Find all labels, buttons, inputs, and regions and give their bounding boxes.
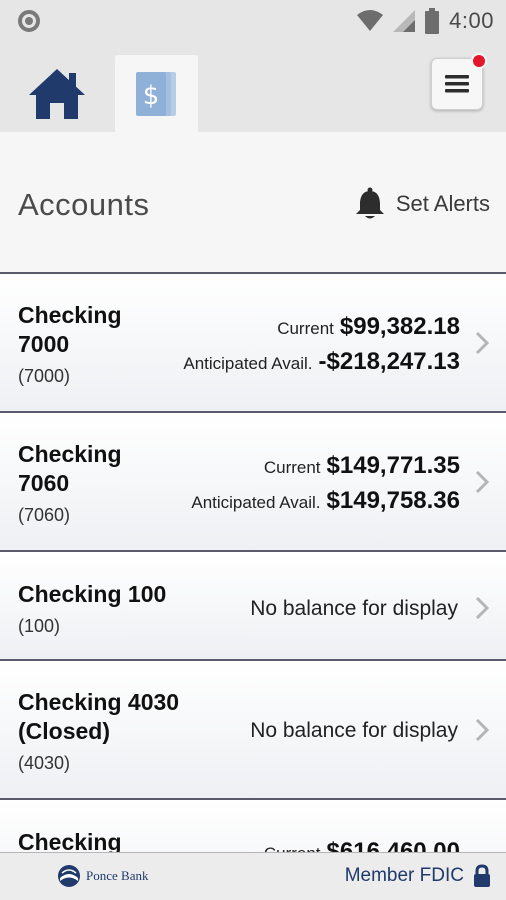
account-name: Checking bbox=[18, 829, 122, 852]
ponce-bank-logo-icon bbox=[58, 865, 80, 887]
svg-text:$: $ bbox=[142, 81, 159, 111]
account-number: (100) bbox=[18, 616, 61, 636]
home-icon bbox=[29, 69, 85, 119]
page-title: Accounts bbox=[18, 187, 150, 222]
lock-icon bbox=[474, 864, 490, 887]
account-number: (7060) bbox=[18, 505, 71, 525]
accounts-tab[interactable]: $ bbox=[115, 55, 198, 132]
account-number: (7000) bbox=[18, 366, 71, 386]
bell-icon bbox=[355, 187, 384, 219]
status-time: 4:00 bbox=[449, 8, 494, 33]
account-number: (4030) bbox=[18, 753, 71, 773]
current-balance: Current $149,771.35 bbox=[264, 452, 460, 480]
available-balance: Anticipated Avail. $149,758.36 bbox=[191, 487, 460, 515]
current-balance-value: $149,771.35 bbox=[326, 452, 460, 479]
hamburger-icon bbox=[445, 75, 469, 93]
status-icons: 4:00 bbox=[357, 6, 494, 36]
current-balance-value: $99,382.18 bbox=[339, 313, 460, 340]
signal-icon bbox=[393, 10, 416, 32]
current-balance-label: Current bbox=[264, 844, 321, 852]
account-row-checking-partial[interactable]: Checking Current $616,460.00 bbox=[0, 800, 506, 852]
chevron-right-icon bbox=[475, 331, 490, 355]
account-name: Checking 7060 bbox=[18, 441, 122, 496]
account-row-checking-7000[interactable]: Checking 7000 (7000) Current $99,382.18 … bbox=[0, 274, 506, 413]
current-balance-label: Current bbox=[277, 319, 334, 338]
home-tab[interactable] bbox=[16, 56, 98, 132]
account-row-checking-4030[interactable]: Checking 4030 (Closed) (4030) No balance… bbox=[0, 661, 506, 800]
current-balance-value: $616,460.00 bbox=[326, 838, 460, 852]
current-balance: Current $616,460.00 bbox=[264, 838, 460, 852]
member-fdic-label: Member FDIC bbox=[344, 865, 464, 886]
page-header: Accounts Set Alerts bbox=[0, 132, 506, 274]
bank-name: Ponce Bank bbox=[86, 868, 149, 883]
battery-icon bbox=[425, 8, 440, 34]
account-row-checking-7060[interactable]: Checking 7060 (7060) Current $149,771.35… bbox=[0, 413, 506, 552]
app-screen: 4:00 $ Accounts Set Alerts Checking 7000… bbox=[0, 0, 506, 900]
status-bar: 4:00 bbox=[0, 0, 506, 42]
account-name: Checking 100 bbox=[18, 581, 167, 607]
available-balance-value: -$218,247.13 bbox=[318, 348, 460, 375]
available-balance: Anticipated Avail. -$218,247.13 bbox=[183, 348, 460, 376]
menu-notification-badge bbox=[471, 53, 487, 69]
member-fdic: Member FDIC bbox=[345, 864, 492, 888]
set-alerts-button[interactable]: Set Alerts bbox=[354, 182, 490, 226]
account-name: Checking 4030 (Closed) bbox=[18, 689, 180, 744]
set-alerts-label: Set Alerts bbox=[395, 191, 490, 216]
account-name: Checking 7000 bbox=[18, 302, 122, 357]
dollar-stack-icon: $ bbox=[135, 71, 176, 116]
wifi-icon bbox=[357, 10, 384, 31]
available-balance-value: $149,758.36 bbox=[326, 487, 460, 514]
current-balance: Current $99,382.18 bbox=[277, 313, 460, 341]
footer: Ponce Bank Member FDIC bbox=[0, 852, 506, 900]
chevron-right-icon bbox=[475, 718, 490, 742]
available-balance-label: Anticipated Avail. bbox=[191, 493, 321, 512]
bank-logo: Ponce Bank bbox=[56, 863, 148, 889]
accounts-list: Checking 7000 (7000) Current $99,382.18 … bbox=[0, 274, 506, 852]
account-row-checking-100[interactable]: Checking 100 (100) No balance for displa… bbox=[0, 552, 506, 661]
no-balance-message: No balance for display bbox=[250, 719, 458, 742]
available-balance-label: Anticipated Avail. bbox=[183, 354, 313, 373]
menu-button[interactable] bbox=[431, 53, 487, 110]
current-balance-label: Current bbox=[263, 458, 321, 477]
chevron-right-icon bbox=[475, 596, 490, 620]
no-balance-message: No balance for display bbox=[250, 597, 458, 620]
top-nav: $ bbox=[0, 42, 506, 132]
chevron-right-icon bbox=[475, 470, 490, 494]
notification-dot-icon bbox=[18, 10, 40, 32]
